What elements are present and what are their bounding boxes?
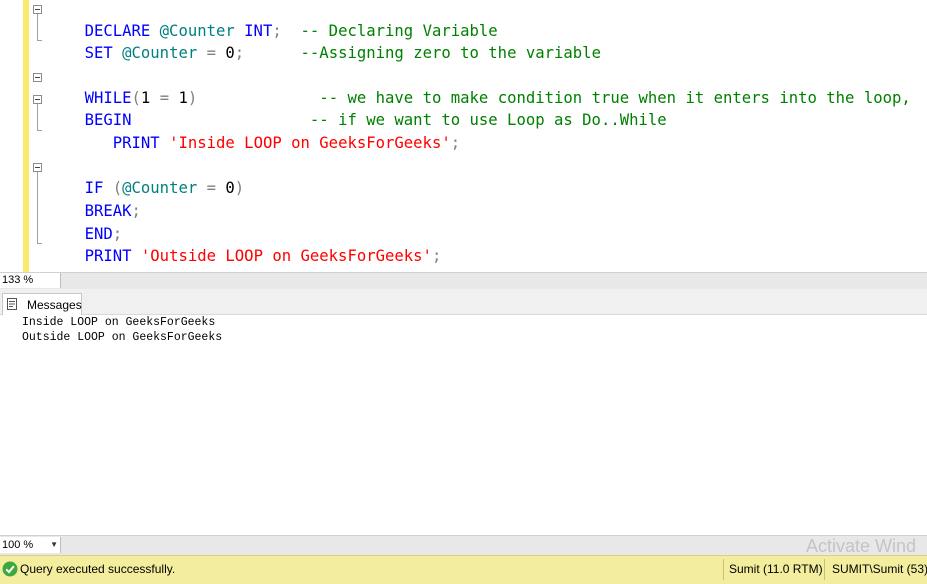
collapse-icon[interactable] — [33, 73, 42, 82]
code-line[interactable]: WHILE(1 = 1) -- we have to make conditio… — [47, 65, 911, 107]
outline-guide-end — [37, 243, 42, 244]
collapse-icon[interactable] — [33, 5, 42, 14]
keyword: SET — [84, 44, 113, 62]
outline-guide-end — [37, 130, 42, 131]
query-editor[interactable]: DECLARE @Counter INT; -- Declaring Varia… — [0, 0, 927, 272]
comment: --Assigning zero to the variable — [300, 44, 601, 62]
outline-guide — [37, 104, 38, 130]
editor-zoom-bar: 133 % — [0, 272, 927, 289]
string-literal: 'Outside LOOP on GeeksForGeeks' — [140, 247, 432, 265]
message-line: Outside LOOP on GeeksForGeeks — [22, 331, 223, 344]
code-line[interactable]: PRINT 'Outside LOOP on GeeksForGeeks'; — [47, 223, 442, 265]
code-line[interactable]: IF (@Counter = 0) — [47, 155, 245, 197]
message-line: Inside LOOP on GeeksForGeeks — [22, 316, 216, 329]
success-check-icon — [2, 561, 18, 577]
code-line[interactable]: DECLARE @Counter INT; -- Declaring Varia… — [47, 0, 498, 40]
results-zoom-bar: 100 % ▼ — [0, 535, 927, 555]
status-message: Query executed successfully. — [20, 562, 176, 576]
editor-zoom-select[interactable]: 133 % — [0, 273, 61, 288]
zoom-value: 133 % — [2, 274, 34, 286]
tab-messages[interactable]: Messages — [2, 293, 82, 315]
zoom-value: 100 % — [2, 539, 34, 551]
tab-label: Messages — [27, 298, 82, 312]
punctuation: ; — [431, 247, 442, 265]
status-user: SUMIT\Sumit (53) — [832, 562, 927, 576]
code-line[interactable]: SET @Counter = 0; --Assigning zero to th… — [47, 20, 601, 62]
punctuation: ; — [131, 202, 141, 220]
results-zoom-select[interactable]: 100 % ▼ — [0, 537, 61, 553]
outline-guide — [37, 172, 38, 243]
operator: = — [206, 44, 217, 62]
collapse-icon[interactable] — [33, 163, 42, 172]
string-literal: 'Inside LOOP on GeeksForGeeks' — [169, 134, 451, 152]
collapse-icon[interactable] — [33, 95, 42, 104]
number: 0 — [225, 44, 235, 62]
messages-icon — [7, 298, 17, 310]
status-server: Sumit (11.0 RTM) — [729, 562, 823, 576]
outline-guide-end — [37, 40, 42, 41]
punctuation: ; — [234, 44, 245, 62]
results-tab-strip: Messages — [0, 289, 927, 315]
results-pane: Messages Inside LOOP on GeeksForGeeks Ou… — [0, 289, 927, 535]
status-divider — [824, 559, 825, 580]
operator: = — [206, 179, 217, 197]
code-line[interactable]: END; — [47, 201, 123, 243]
keyword: PRINT — [112, 134, 160, 152]
outline-guide — [37, 14, 38, 40]
code-line[interactable]: PRINT 'Inside LOOP on GeeksForGeeks'; — [47, 110, 460, 152]
punctuation: ) — [234, 179, 245, 197]
code-line[interactable]: BREAK; — [47, 178, 141, 220]
variable: @Counter — [122, 44, 198, 62]
activation-watermark: Activate Wind — [806, 536, 917, 556]
number: 0 — [225, 179, 235, 197]
status-bar: Query executed successfully. Sumit (11.0… — [0, 555, 927, 584]
changed-lines-margin — [23, 0, 29, 272]
punctuation: ; — [450, 134, 461, 152]
code-line[interactable]: GO — [47, 246, 104, 272]
code-line[interactable]: BEGIN -- if we want to use Loop as Do..W… — [47, 87, 667, 129]
status-divider — [723, 559, 724, 580]
dropdown-arrow-icon: ▼ — [50, 540, 58, 549]
